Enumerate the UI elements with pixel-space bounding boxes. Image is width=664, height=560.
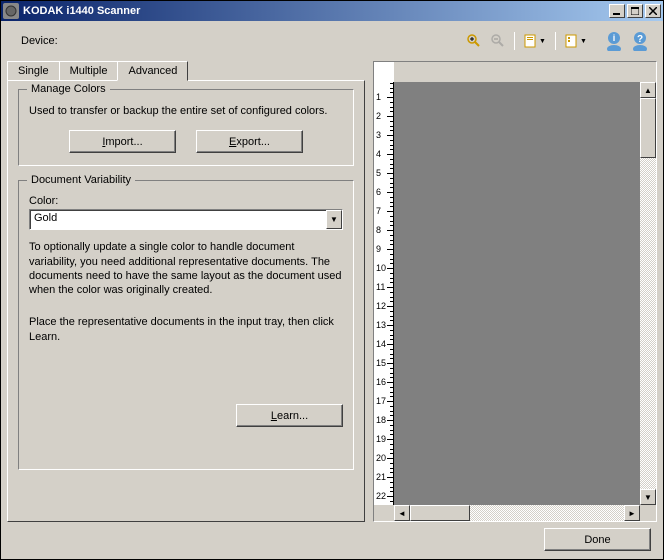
preview-tool-button[interactable]: ▼ xyxy=(520,30,550,52)
document-variability-desc1: To optionally update a single color to h… xyxy=(29,240,343,297)
maximize-button[interactable] xyxy=(627,4,643,18)
scroll-up-button[interactable]: ▲ xyxy=(640,82,656,98)
tab-advanced[interactable]: Advanced xyxy=(117,61,188,81)
scroll-thumb-h[interactable] xyxy=(410,505,470,521)
done-button[interactable]: Done xyxy=(544,528,651,551)
toolbar-separator xyxy=(514,32,515,50)
tab-multiple[interactable]: Multiple xyxy=(59,61,119,80)
tab-content-advanced: Manage Colors Used to transfer or backup… xyxy=(7,80,365,522)
window-title: KODAK i1440 Scanner xyxy=(23,5,609,17)
chevron-down-icon: ▼ xyxy=(539,38,546,45)
import-button[interactable]: Import... xyxy=(69,130,176,153)
scroll-thumb-v[interactable] xyxy=(640,98,656,158)
color-select-arrow[interactable]: ▼ xyxy=(326,210,342,229)
tab-bar: Single Multiple Advanced xyxy=(7,61,365,80)
color-select[interactable]: Gold ▼ xyxy=(29,209,343,230)
horizontal-scrollbar[interactable]: ◄ ► xyxy=(394,505,640,521)
zoom-out-icon xyxy=(490,33,506,49)
toolbar: ▼ ▼ i ? xyxy=(463,30,651,52)
manage-colors-group: Manage Colors Used to transfer or backup… xyxy=(18,89,354,166)
footer-bar: Done xyxy=(7,522,657,553)
svg-text:i: i xyxy=(613,33,616,43)
scroll-right-button[interactable]: ► xyxy=(624,505,640,521)
preview-area[interactable] xyxy=(394,82,640,505)
manage-colors-title: Manage Colors xyxy=(27,83,110,95)
close-button[interactable] xyxy=(645,4,661,18)
color-select-value: Gold xyxy=(30,210,326,229)
dialog-content: Device: ▼ ▼ xyxy=(1,21,663,559)
settings-tool-button[interactable]: ▼ xyxy=(561,30,591,52)
chevron-down-icon: ▼ xyxy=(580,38,587,45)
vertical-ruler: 1234567891011121314151617181920212223 xyxy=(374,82,394,505)
learn-button[interactable]: Learn... xyxy=(236,404,343,427)
top-toolbar-row: Device: ▼ ▼ xyxy=(7,29,657,53)
document-variability-desc2: Place the representative documents in th… xyxy=(29,315,343,344)
zoom-in-icon xyxy=(466,33,482,49)
document-variability-group: Document Variability Color: Gold ▼ To op… xyxy=(18,180,354,470)
scroll-down-button[interactable]: ▼ xyxy=(640,489,656,505)
minimize-button[interactable] xyxy=(609,4,625,18)
preview-panel: 123456789101112 123456789101112131415161… xyxy=(373,61,657,522)
settings-tool-icon xyxy=(565,34,579,48)
tab-single[interactable]: Single xyxy=(7,61,60,80)
zoom-in-button[interactable] xyxy=(463,30,485,52)
manage-colors-description: Used to transfer or backup the entire se… xyxy=(29,104,343,118)
toolbar-separator xyxy=(555,32,556,50)
left-panel: Single Multiple Advanced Manage Colors U… xyxy=(7,61,365,522)
app-icon xyxy=(3,3,19,19)
document-variability-title: Document Variability xyxy=(27,174,135,186)
info-button[interactable]: i xyxy=(603,30,625,52)
color-field-label: Color: xyxy=(29,195,343,207)
titlebar: KODAK i1440 Scanner xyxy=(1,1,663,21)
info-head-icon: i xyxy=(604,31,624,51)
scanner-dialog-window: KODAK i1440 Scanner Device: xyxy=(0,0,664,560)
vertical-scrollbar[interactable]: ▲ ▼ xyxy=(640,82,656,505)
ruler-corner xyxy=(374,62,394,82)
scroll-left-button[interactable]: ◄ xyxy=(394,505,410,521)
device-label: Device: xyxy=(21,35,58,47)
help-button[interactable]: ? xyxy=(629,30,651,52)
zoom-out-button[interactable] xyxy=(487,30,509,52)
preview-tool-icon xyxy=(524,34,538,48)
svg-text:?: ? xyxy=(637,34,643,45)
help-head-icon: ? xyxy=(630,31,650,51)
export-button[interactable]: Export... xyxy=(196,130,303,153)
